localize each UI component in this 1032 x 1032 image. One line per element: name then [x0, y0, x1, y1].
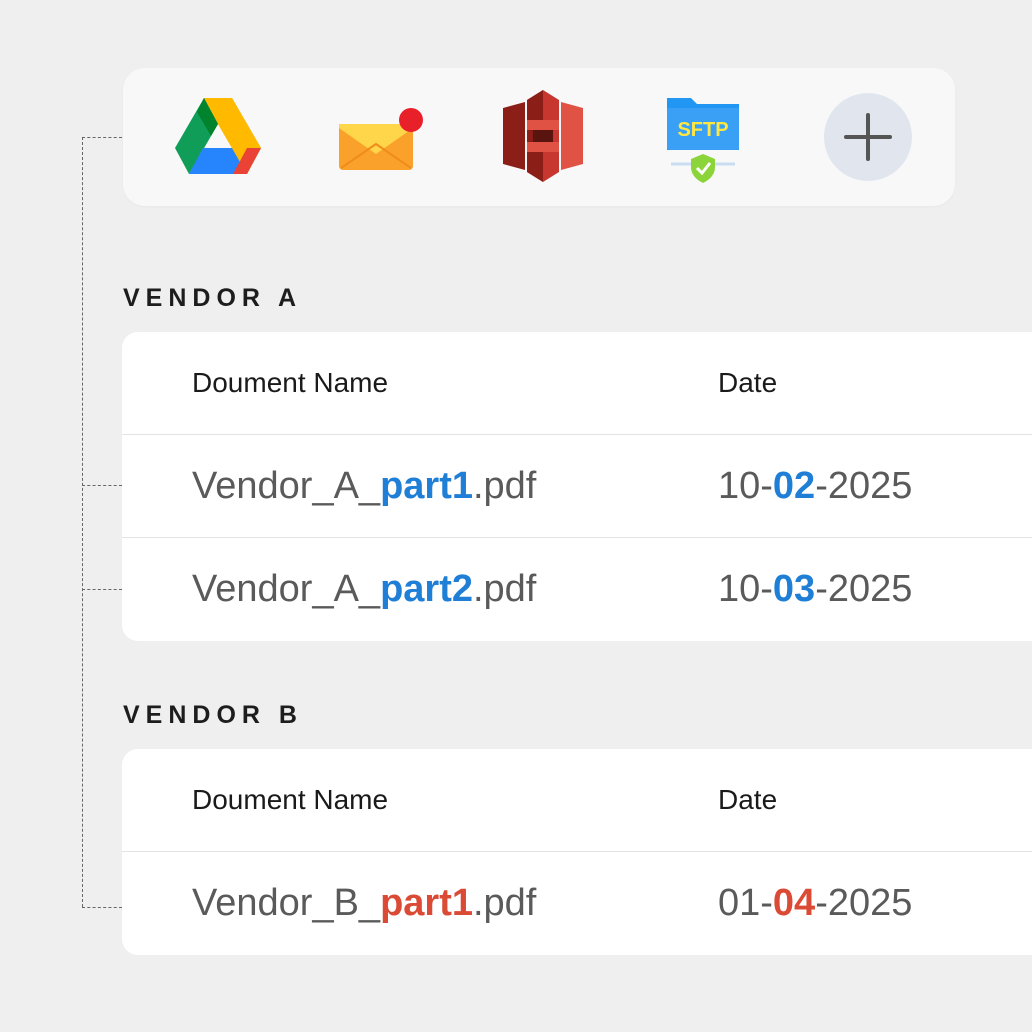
- envelope-notification-icon[interactable]: [335, 106, 427, 172]
- column-header-document-name: Doument Name: [192, 367, 389, 398]
- document-date: 01- 04 -2025: [718, 882, 913, 924]
- column-header-date: Date: [718, 367, 778, 398]
- connector-line-vendor-a-row-2: [82, 589, 122, 590]
- document-name[interactable]: Vendor_A_ part1 .pdf: [192, 435, 536, 537]
- integrations-bar: SFTP: [123, 68, 955, 206]
- table-row[interactable]: Vendor_A_ part2 .pdf 10- 03 -2025: [122, 538, 1032, 641]
- table-row[interactable]: Vendor_A_ part1 .pdf 10- 02 -2025: [122, 435, 1032, 538]
- connector-line-vendor-a-row-1: [82, 485, 122, 486]
- connector-line-vertical: [82, 137, 83, 907]
- vendor-b-table: Doument Name Date Vendor_B_ part1 .pdf 01-…: [122, 749, 1032, 955]
- document-date: 10- 03 -2025: [718, 568, 913, 610]
- date-highlight: 02: [772, 464, 816, 507]
- vendor-a-title: VENDOR A: [123, 284, 303, 312]
- document-part-highlight: part1: [380, 882, 473, 924]
- connector-line-vendor-b-row-1: [82, 907, 122, 908]
- table-row[interactable]: Vendor_B_ part1 .pdf 01- 04 -2025: [122, 852, 1032, 955]
- document-part-highlight: part1: [380, 464, 473, 507]
- table-header-row: Doument Name Date: [122, 332, 1032, 435]
- sftp-label: SFTP: [677, 119, 728, 141]
- date-highlight: 04: [772, 882, 816, 924]
- column-header-date: Date: [718, 784, 778, 815]
- document-name[interactable]: Vendor_B_ part1 .pdf: [192, 852, 536, 955]
- add-integration-button[interactable]: [824, 93, 912, 181]
- vendor-b-title: VENDOR B: [123, 701, 303, 729]
- document-date: 10- 02 -2025: [718, 464, 913, 507]
- notification-badge: [399, 108, 423, 132]
- vendor-a-table: Doument Name Date Vendor_A_ part1 .pdf 10-…: [122, 332, 1032, 641]
- date-highlight: 03: [772, 568, 816, 610]
- document-name[interactable]: Vendor_A_ part2 .pdf: [192, 538, 536, 641]
- plus-icon: [844, 113, 892, 161]
- sftp-folder-icon[interactable]: SFTP: [665, 92, 741, 184]
- column-header-document-name: Doument Name: [192, 784, 389, 815]
- google-drive-icon[interactable]: [173, 96, 263, 176]
- amazon-s3-icon[interactable]: [503, 90, 583, 182]
- document-part-highlight: part2: [380, 568, 473, 610]
- connector-line-integrations: [82, 137, 122, 138]
- table-header-row: Doument Name Date: [122, 749, 1032, 852]
